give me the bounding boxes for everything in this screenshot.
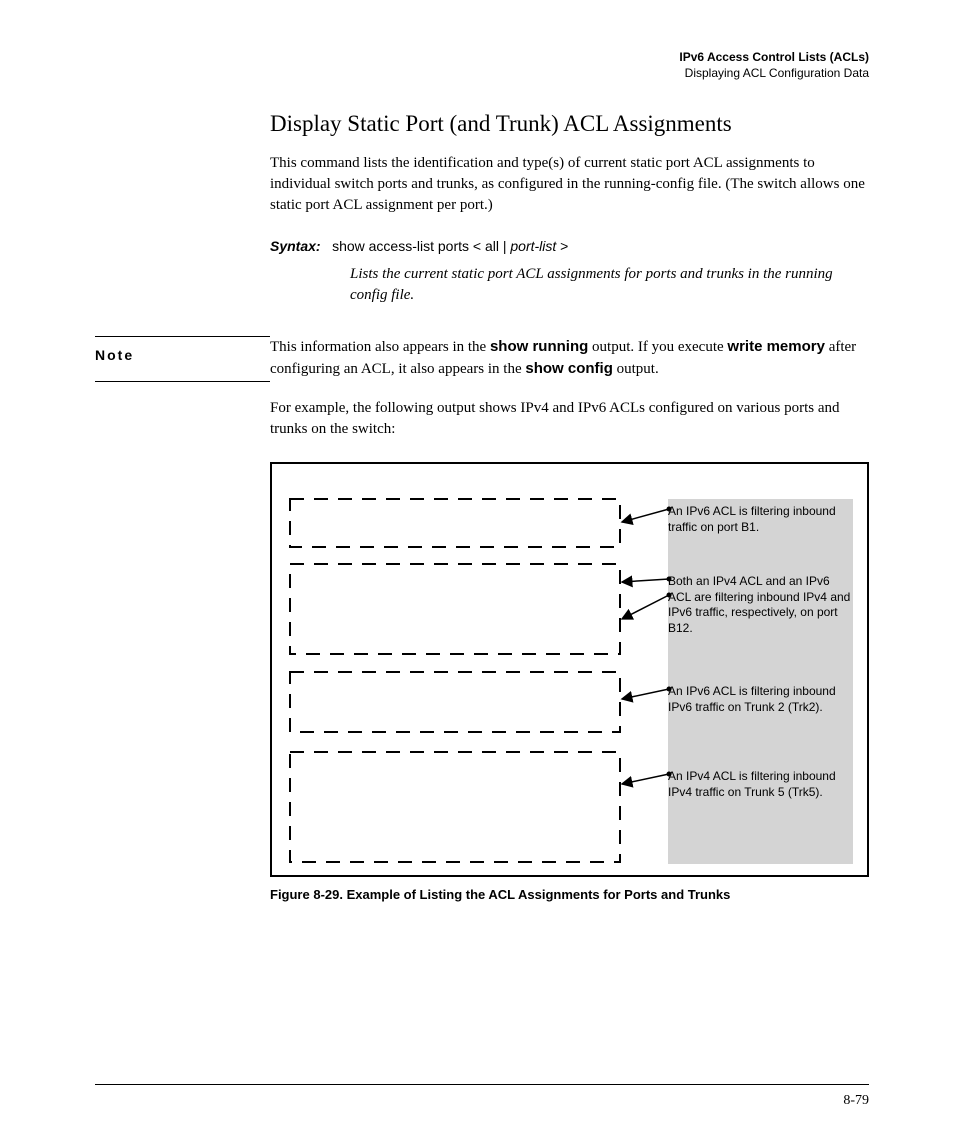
example-intro: For example, the following output shows … [270,398,869,440]
chapter-title: IPv6 Access Control Lists (ACLs) [95,50,869,66]
callout-4: An IPv4 ACL is filtering inbound IPv4 tr… [668,769,853,800]
figure-box: An IPv6 ACL is filtering inbound traffic… [270,462,869,877]
note-body: This information also appears in the sho… [270,336,869,380]
section-subtitle: Displaying ACL Configuration Data [95,66,869,82]
syntax-description: Lists the current static port ACL assign… [350,264,869,306]
page-number: 8-79 [843,1093,869,1109]
syntax-label: Syntax: [270,238,321,254]
syntax-block: Syntax: show access-list ports < all | p… [270,238,869,306]
figure-caption: Figure 8-29. Example of Listing the ACL … [270,887,869,902]
callout-2: Both an IPv4 ACL and an IPv6 ACL are fil… [668,574,853,636]
callout-1: An IPv6 ACL is filtering inbound traffic… [668,504,853,535]
footer-rule [95,1084,869,1085]
note-block: Note This information also appears in th… [95,336,869,380]
callout-3: An IPv6 ACL is filtering inbound IPv6 tr… [668,684,853,715]
intro-paragraph: This command lists the identification an… [270,153,869,216]
syntax-command: show access-list ports < all | port-list… [332,238,568,254]
note-label: Note [95,336,270,380]
section-heading: Display Static Port (and Trunk) ACL Assi… [270,111,869,137]
running-header: IPv6 Access Control Lists (ACLs) Display… [95,50,869,81]
